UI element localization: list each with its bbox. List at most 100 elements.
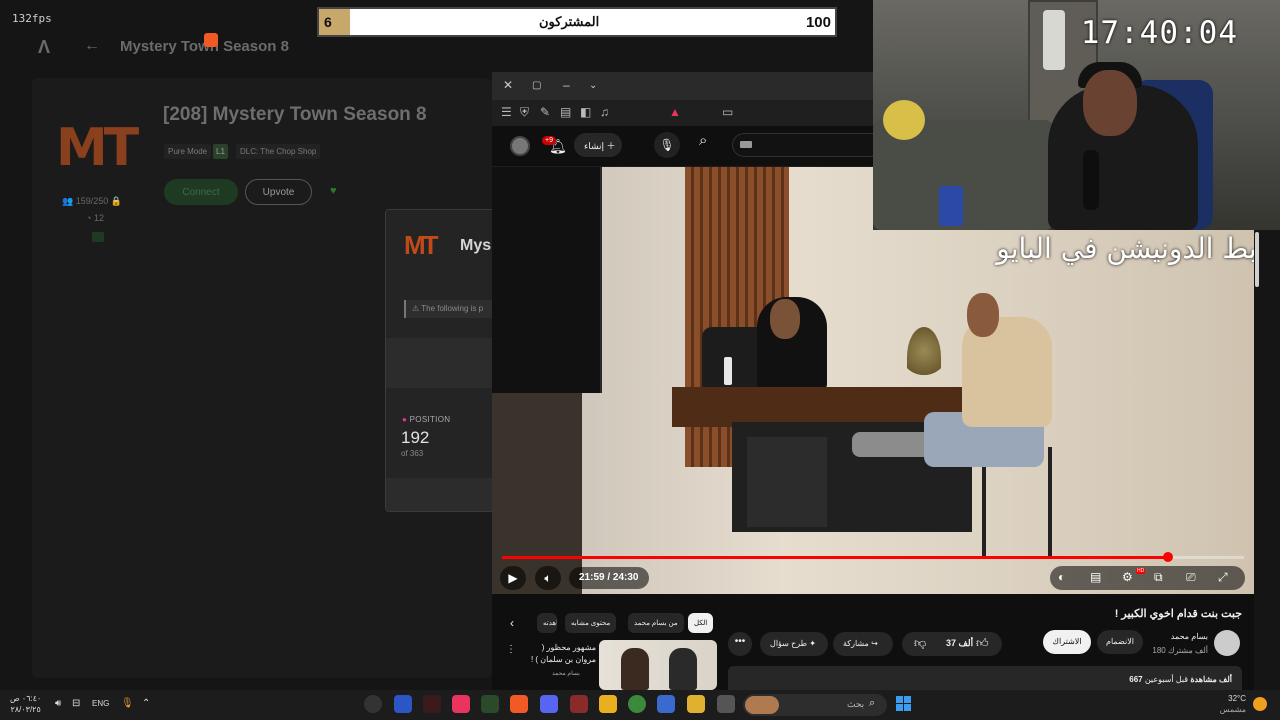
progress-bar[interactable]	[502, 552, 1244, 562]
autoplay-toggle[interactable]: ◐	[1058, 570, 1065, 584]
notification-badge: +9	[542, 136, 556, 145]
window-titlebar: ✕ ▢ – ⌄	[492, 72, 873, 100]
app-tiktok-icon[interactable]	[452, 695, 470, 713]
connect-button[interactable]: Connect	[164, 179, 238, 205]
launcher-logo-icon[interactable]: Λ	[38, 37, 54, 57]
webcam-feed: 17:40:04	[873, 0, 1280, 230]
app-rockstar-icon[interactable]	[423, 695, 441, 713]
tag-level: L1	[213, 144, 228, 159]
keyboard-icon[interactable]	[740, 141, 752, 148]
dialog-title: Mys	[460, 237, 492, 254]
speaker-icon[interactable]: 🔊︎	[55, 698, 61, 709]
app-chrome-icon[interactable]	[628, 695, 646, 713]
network-icon[interactable]: ⊟	[72, 698, 80, 709]
server-title: [208] Mystery Town Season 8	[163, 104, 427, 125]
channel-avatar[interactable]	[1214, 630, 1240, 656]
cast-icon[interactable]: ⎚	[1186, 570, 1196, 585]
dialog-footer	[386, 478, 504, 511]
channel-name[interactable]: بسام محمد	[1171, 632, 1208, 641]
app-store-icon[interactable]	[657, 695, 675, 713]
progress-fill	[502, 556, 1168, 559]
app-brave-icon[interactable]	[510, 695, 528, 713]
ask-button[interactable]: طرح سؤال ✦	[760, 632, 828, 656]
back-arrow-icon[interactable]: ←	[84, 37, 100, 55]
share-icon: ↪	[871, 639, 878, 648]
search-input[interactable]	[732, 133, 873, 157]
weather-temperature[interactable]: 32°C	[1224, 694, 1246, 703]
tag-pure-mode: Pure Mode	[164, 144, 212, 159]
sidebar-icon[interactable]: ▤	[560, 105, 571, 119]
app-settings-icon[interactable]	[394, 695, 412, 713]
recommended-channel: بسام محمد	[552, 671, 580, 677]
chevron-down-icon[interactable]: ⌄	[589, 80, 597, 91]
player-right-controls: ◐ ▤ ⚙ HD ⧉ ⎚ ⤢	[1050, 566, 1245, 590]
video-title: جبت بنت قدام اخوي الكبير !	[1114, 608, 1242, 620]
task-view-icon[interactable]	[717, 695, 735, 713]
menu-icon[interactable]: ☰	[501, 105, 512, 119]
shield-icon[interactable]: ⛨	[520, 105, 529, 120]
rewards-icon[interactable]: ▲	[669, 105, 681, 119]
app-discord-icon[interactable]	[540, 695, 558, 713]
search-highlight-image	[745, 696, 779, 714]
play-button[interactable]: ▶	[500, 566, 526, 590]
chevron-up-icon[interactable]: ⌃	[142, 698, 150, 709]
thumbs-up-icon[interactable]: 👍︎	[976, 636, 989, 651]
chip-all[interactable]: الكل	[688, 613, 714, 633]
browser-toolbar: ☰ ⛨ ✎ ▤ ◧ ♫ ▲ ▭	[492, 100, 873, 126]
tag-dlc: DLC: The Chop Shop	[236, 144, 321, 159]
close-icon[interactable]: ✕	[503, 78, 513, 92]
progress-scrubber[interactable]	[1162, 552, 1173, 562]
position-label: ● POSITION	[402, 415, 451, 424]
chip-from-channel[interactable]: من بسام محمد	[628, 613, 684, 633]
taskbar-search[interactable]: بحث ⌕	[743, 694, 887, 716]
language-indicator[interactable]: ENG	[92, 699, 109, 708]
upvote-button[interactable]: Upvote	[245, 179, 312, 205]
mic-icon[interactable]: 🎙︎	[654, 132, 680, 158]
heart-icon[interactable]: ♥	[330, 185, 337, 197]
recommended-title[interactable]: مشهور محظور ( مروان بن سلمان ) !	[520, 642, 596, 666]
app-bolt-icon[interactable]	[599, 695, 617, 713]
app-explorer-icon[interactable]	[687, 695, 705, 713]
chevron-left-icon[interactable]: ‹	[510, 616, 514, 630]
thumbs-down-icon[interactable]: 👎︎	[914, 636, 926, 651]
mic-icon[interactable]: 🎙︎	[121, 698, 134, 709]
subscribe-button[interactable]: الاشتراك	[1043, 630, 1091, 654]
app-obs-icon[interactable]	[570, 695, 588, 713]
search-icon[interactable]: ⌕	[699, 132, 707, 149]
stream-clock: 17:40:04	[1080, 15, 1238, 51]
more-actions-icon[interactable]: •••	[728, 632, 752, 656]
kebab-menu-icon[interactable]: ⋮	[506, 644, 516, 655]
volume-icon[interactable]: 🔈︎	[535, 566, 561, 590]
start-button[interactable]	[896, 696, 912, 712]
tab-icon[interactable]: ▭	[722, 105, 733, 119]
players-icon: 👥	[62, 196, 76, 206]
share-button[interactable]: مشاركة ↪	[833, 632, 893, 656]
create-button[interactable]: إنشاء ＋	[574, 133, 622, 157]
description-box[interactable]: 667 ألف مشاهدة قبل أسبوعين	[728, 666, 1242, 690]
subscriber-goal-bar: 6 المشتركون 100	[317, 7, 837, 37]
plus-icon: ＋	[606, 141, 616, 151]
settings-gear-icon[interactable]: ⚙	[1122, 570, 1133, 584]
join-button[interactable]: الانضمام	[1097, 630, 1143, 654]
chip-related[interactable]: محتوى مشابه	[565, 613, 617, 633]
chip-watched[interactable]: تمت مشاهدته	[537, 613, 557, 633]
minimize-icon[interactable]: –	[563, 78, 570, 92]
scrollbar-thumb[interactable]	[1255, 232, 1259, 287]
captions-icon[interactable]: ▤	[1090, 570, 1101, 584]
reader-icon[interactable]: ◧	[580, 105, 591, 119]
fullscreen-icon[interactable]: ⤢	[1218, 570, 1228, 585]
brave-shield-icon[interactable]	[204, 33, 218, 47]
sun-icon[interactable]	[1253, 697, 1267, 711]
account-avatar[interactable]	[510, 136, 530, 156]
pin-icon[interactable]: ✎	[540, 105, 550, 119]
music-icon[interactable]: ♫	[600, 105, 609, 119]
miniplayer-icon[interactable]: ⧉	[1154, 570, 1163, 585]
tray-datetime[interactable]: ٠٦:٤٠ ص ٢٨/٠٣/٢٥	[10, 693, 41, 715]
recommended-thumbnail[interactable]	[599, 640, 717, 690]
app-launcher-icon[interactable]	[481, 695, 499, 713]
app-steam-icon[interactable]	[364, 695, 382, 713]
tray-time: ٠٦:٤٠ ص	[10, 694, 42, 703]
pin-icon: ●	[402, 415, 408, 424]
maximize-icon[interactable]: ▢	[532, 80, 541, 91]
donation-overlay-text: رابط الدونيشن في البايو	[996, 232, 1278, 265]
